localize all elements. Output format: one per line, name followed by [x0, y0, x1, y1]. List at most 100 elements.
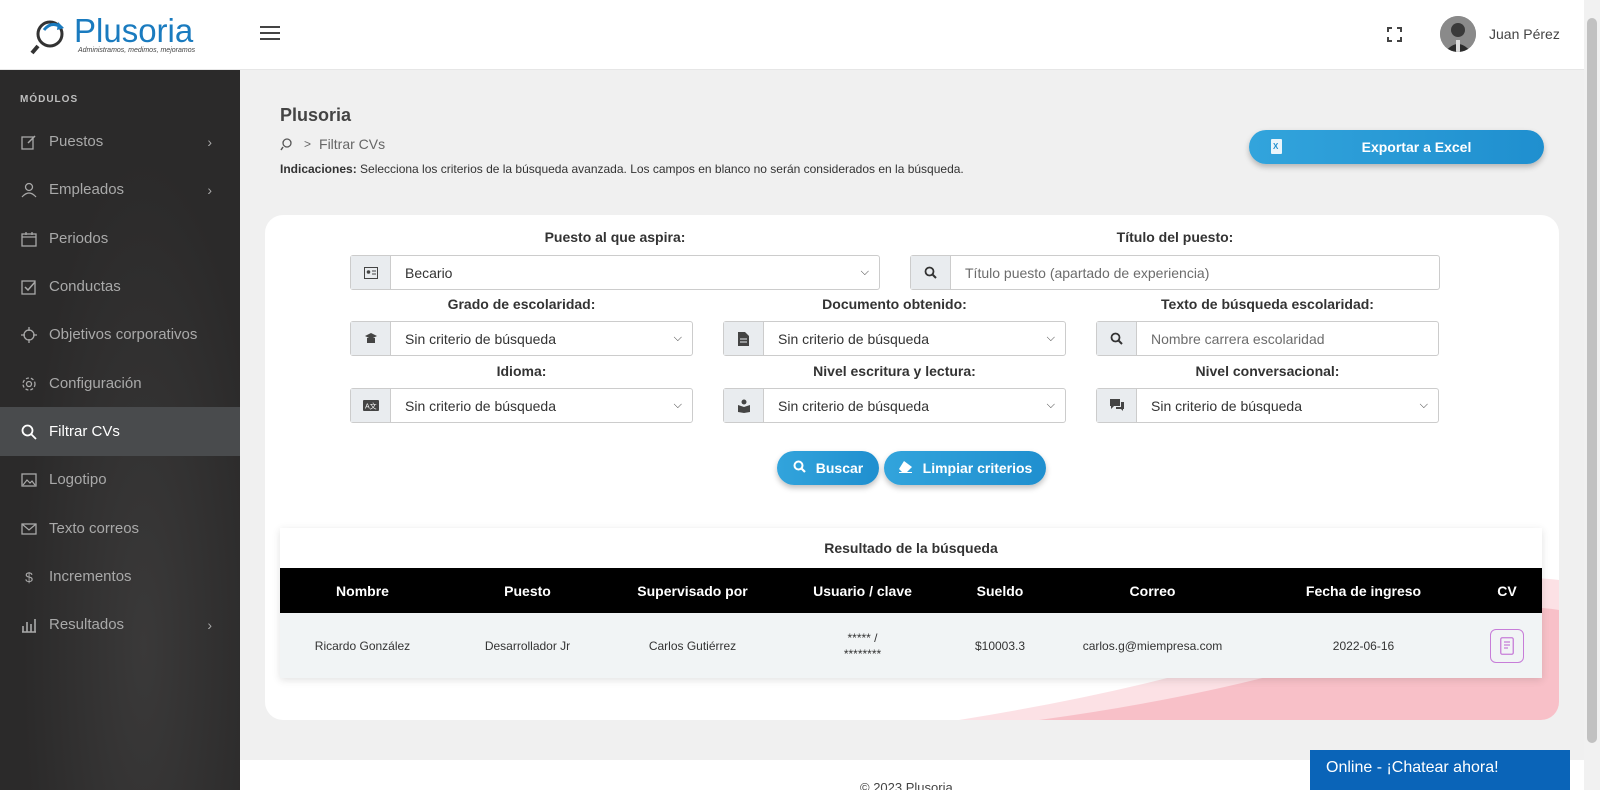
- sidebar-item-configuracion[interactable]: Configuración: [0, 359, 240, 408]
- grado-label: Grado de escolaridad:: [447, 296, 596, 312]
- sidebar-item-resultados[interactable]: Resultados ›: [0, 600, 240, 649]
- eraser-icon: [898, 460, 913, 476]
- chevron-down-icon: ⌵: [1419, 399, 1428, 411]
- results-table: Resultado de la búsqueda Nombre Puesto S…: [280, 528, 1542, 678]
- table-row: Ricardo González Desarrollador Jr Carlos…: [280, 613, 1542, 678]
- cell-clave: ********: [843, 646, 882, 661]
- idioma-label: Idioma:: [496, 363, 547, 379]
- crosshair-icon: [20, 326, 38, 344]
- fullscreen-icon[interactable]: [1387, 27, 1402, 42]
- puesto-select[interactable]: Becario ⌵: [350, 255, 880, 290]
- column-header[interactable]: Supervisado por: [610, 583, 775, 599]
- chevron-right-icon: ›: [207, 181, 212, 198]
- sidebar-item-texto-correos[interactable]: Texto correos: [0, 504, 240, 553]
- sidebar-item-label: Periodos: [49, 230, 109, 247]
- chevron-right-icon: ›: [207, 616, 212, 633]
- scrollbar-thumb[interactable]: [1587, 18, 1597, 743]
- home-logo-icon[interactable]: [280, 137, 294, 151]
- idioma-value: Sin criterio de búsqueda: [405, 397, 556, 414]
- logo-tagline: Administramos, medimos, mejoramos: [78, 47, 196, 54]
- documento-select[interactable]: Sin criterio de búsqueda ⌵: [723, 321, 1066, 356]
- checkbox-icon: [20, 278, 38, 296]
- idioma-select[interactable]: A文 Sin criterio de búsqueda ⌵: [350, 388, 693, 423]
- cell-nombre: Ricardo González: [314, 638, 411, 653]
- breadcrumb-current: Filtrar CVs: [319, 136, 386, 152]
- sidebar-item-label: Conductas: [49, 278, 121, 295]
- id-card-icon: [351, 256, 391, 289]
- sidebar: MÓDULOS Puestos › Empleados › Periodos C…: [0, 70, 240, 790]
- user-name[interactable]: Juan Pérez: [1489, 26, 1560, 42]
- search-card: Puesto al que aspira: Becario ⌵ Título d…: [265, 215, 1559, 720]
- search-icon: [1097, 322, 1137, 355]
- breadcrumb: > Filtrar CVs: [280, 136, 385, 152]
- brand-logo[interactable]: Plusoria Administramos, medimos, mejoram…: [30, 12, 210, 58]
- chat-widget-button[interactable]: Online - ¡Chatear ahora!: [1310, 750, 1570, 790]
- bar-chart-icon: [20, 616, 38, 634]
- puesto-label: Puesto al que aspira:: [544, 229, 686, 245]
- export-excel-label: Exportar a Excel: [1361, 139, 1472, 155]
- sidebar-item-objetivos[interactable]: Objetivos corporativos: [0, 310, 240, 359]
- graduation-cap-icon: [351, 322, 391, 355]
- nivel-conversacional-value: Sin criterio de búsqueda: [1151, 397, 1302, 414]
- nivel-escritura-select[interactable]: Sin criterio de búsqueda ⌵: [723, 388, 1066, 423]
- results-title: Resultado de la búsqueda: [824, 540, 998, 556]
- column-header[interactable]: CV: [1472, 583, 1542, 599]
- avatar[interactable]: [1440, 16, 1476, 52]
- column-header[interactable]: Nombre: [280, 583, 445, 599]
- texto-escolaridad-placeholder: Nombre carrera escolaridad: [1151, 330, 1325, 347]
- column-header[interactable]: Correo: [1050, 583, 1255, 599]
- sidebar-item-empleados[interactable]: Empleados ›: [0, 165, 240, 214]
- cell-fecha: 2022-06-16: [1332, 638, 1395, 653]
- search-icon: [20, 423, 38, 441]
- titulo-input[interactable]: Título puesto (apartado de experiencia): [910, 255, 1440, 290]
- grado-select[interactable]: Sin criterio de búsqueda ⌵: [350, 321, 693, 356]
- column-header[interactable]: Fecha de ingreso: [1255, 583, 1472, 599]
- top-header: Plusoria Administramos, medimos, mejoram…: [0, 0, 1584, 70]
- column-header[interactable]: Puesto: [445, 583, 610, 599]
- column-header[interactable]: Sueldo: [950, 583, 1050, 599]
- sidebar-item-label: Configuración: [49, 375, 142, 392]
- chevron-right-icon: >: [304, 137, 312, 151]
- column-header[interactable]: Usuario / clave: [775, 583, 950, 599]
- grado-value: Sin criterio de búsqueda: [405, 330, 556, 347]
- search-icon: [911, 256, 951, 289]
- sidebar-item-label: Objetivos corporativos: [49, 326, 198, 343]
- logo-mark-icon: [30, 20, 64, 55]
- chevron-down-icon: ⌵: [1046, 332, 1055, 344]
- cell-usuario: ***** /: [847, 630, 878, 645]
- sidebar-item-label: Empleados: [49, 181, 125, 198]
- logo-name: Plusoria: [74, 12, 194, 49]
- indications-text: Indicaciones: Selecciona los criterios d…: [280, 162, 964, 176]
- buscar-button[interactable]: Buscar: [777, 451, 879, 485]
- page-title: Plusoria: [280, 105, 352, 125]
- chevron-down-icon: ⌵: [673, 332, 682, 344]
- limpiar-criterios-label: Limpiar criterios: [922, 460, 1033, 476]
- table-header: Nombre Puesto Supervisado por Usuario / …: [280, 568, 1542, 613]
- menu-toggle-icon[interactable]: [260, 26, 280, 42]
- file-icon: [724, 322, 764, 355]
- search-icon: [793, 460, 806, 476]
- texto-escolaridad-input[interactable]: Nombre carrera escolaridad: [1096, 321, 1439, 356]
- sidebar-item-label: Logotipo: [49, 471, 107, 488]
- documento-label: Documento obtenido:: [822, 296, 967, 312]
- sidebar-item-incrementos[interactable]: $ Incrementos: [0, 552, 240, 601]
- texto-escolaridad-label: Texto de búsqueda escolaridad:: [1161, 296, 1374, 312]
- sidebar-item-puestos[interactable]: Puestos ›: [0, 117, 240, 166]
- sidebar-item-label: Incrementos: [49, 568, 132, 585]
- gear-icon: [20, 375, 38, 393]
- view-cv-button[interactable]: [1490, 628, 1524, 663]
- chevron-right-icon: ›: [207, 133, 212, 150]
- export-excel-button[interactable]: Exportar a Excel: [1249, 130, 1544, 164]
- indications-label: Indicaciones:: [280, 162, 357, 176]
- sidebar-item-periodos[interactable]: Periodos: [0, 214, 240, 263]
- limpiar-criterios-button[interactable]: Limpiar criterios: [884, 451, 1046, 485]
- buscar-label: Buscar: [815, 460, 864, 476]
- nivel-escritura-value: Sin criterio de búsqueda: [778, 397, 929, 414]
- sidebar-item-filtrar-cvs[interactable]: Filtrar CVs: [0, 407, 240, 456]
- cell-correo: carlos.g@miempresa.com: [1082, 638, 1223, 653]
- sidebar-item-logotipo[interactable]: Logotipo: [0, 455, 240, 504]
- image-icon: [20, 471, 38, 489]
- nivel-conversacional-select[interactable]: Sin criterio de búsqueda ⌵: [1096, 388, 1439, 423]
- cell-puesto: Desarrollador Jr: [484, 638, 571, 653]
- sidebar-item-conductas[interactable]: Conductas: [0, 262, 240, 311]
